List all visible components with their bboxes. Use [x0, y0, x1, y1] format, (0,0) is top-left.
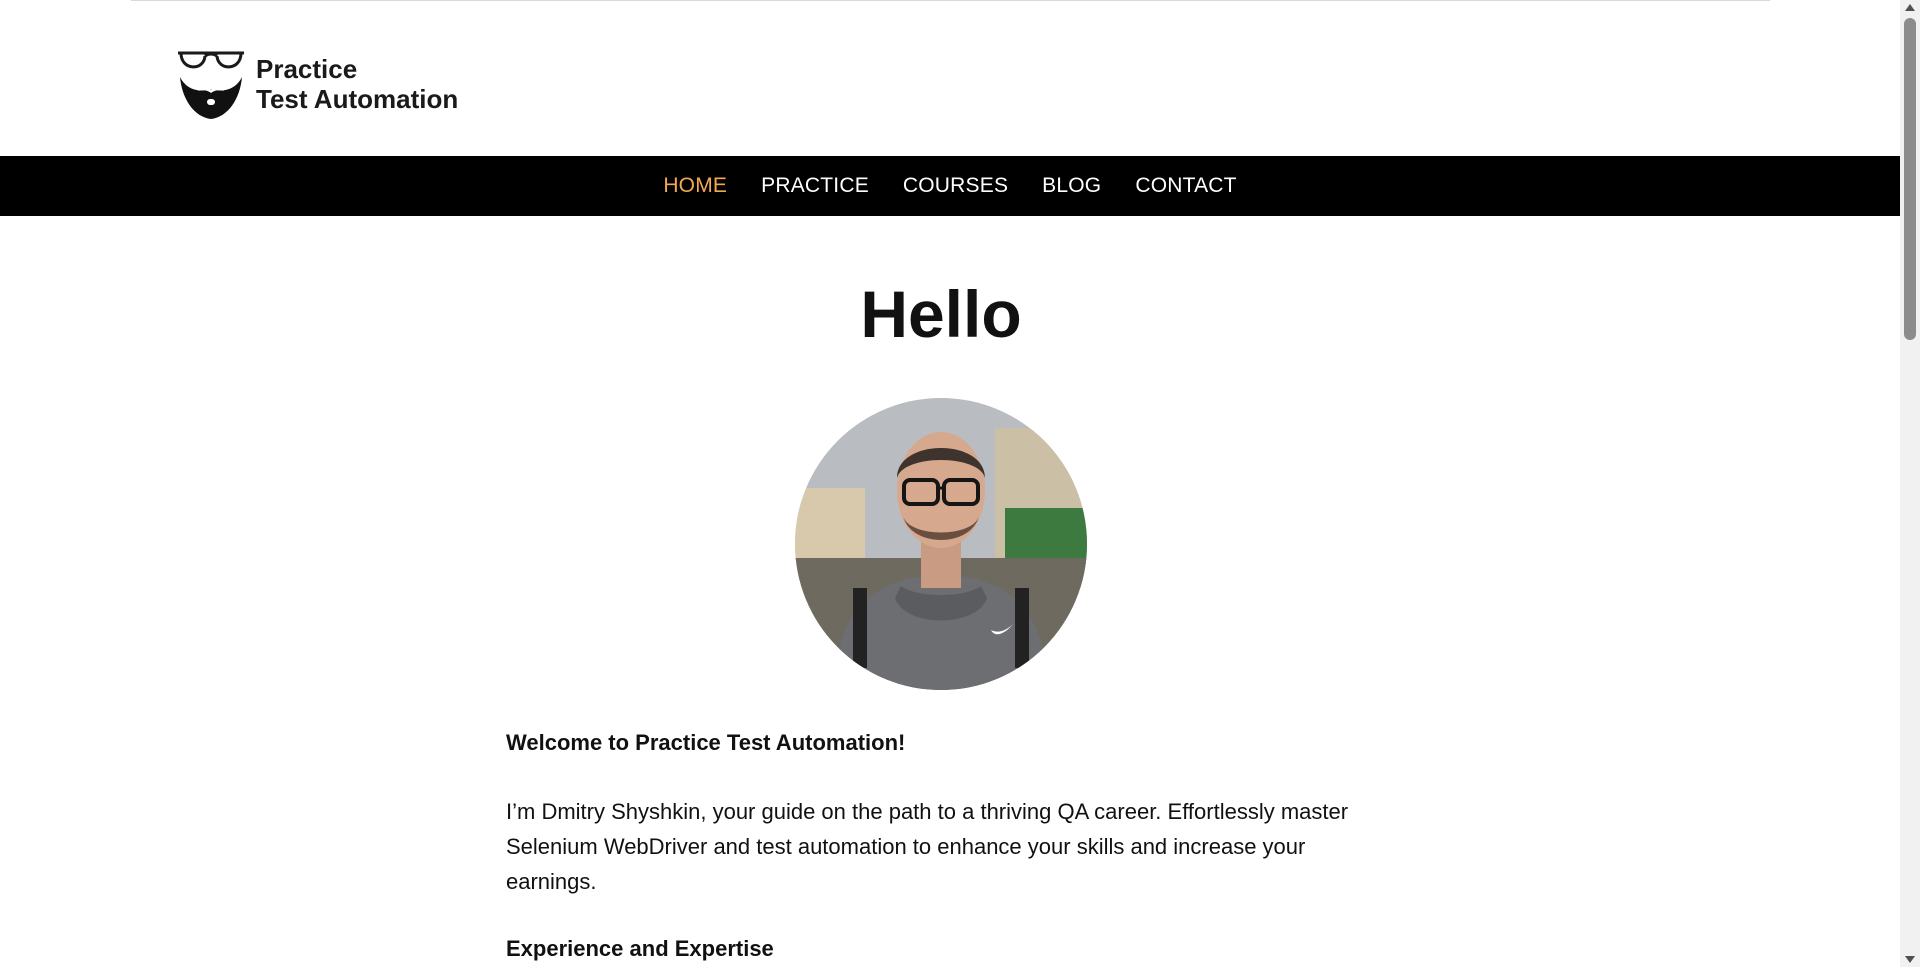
chevron-up-icon[interactable] [1905, 4, 1915, 11]
experience-heading: Experience and Expertise [506, 936, 774, 961]
main-content: Hello Welcome to Practice Test Automatio… [506, 216, 1376, 966]
logo-line-1: Practice [256, 54, 358, 84]
page: Practice Test Automation HOME PRACTICE C… [0, 0, 1900, 967]
logo-text: Practice Test Automation [256, 54, 458, 114]
nav-contact[interactable]: CONTACT [1135, 174, 1236, 198]
main-navigation: HOME PRACTICE COURSES BLOG CONTACT [0, 156, 1900, 216]
author-avatar [795, 398, 1087, 690]
intro-paragraph: I’m Dmitry Shyshkin, your guide on the p… [506, 799, 1349, 894]
author-photo [795, 398, 1087, 690]
site-logo[interactable]: Practice Test Automation [176, 47, 458, 121]
nav-blog[interactable]: BLOG [1042, 174, 1101, 198]
nav-home[interactable]: HOME [663, 174, 727, 198]
site-header: Practice Test Automation [0, 1, 1900, 156]
nav-practice[interactable]: PRACTICE [761, 174, 869, 198]
glasses-beard-logo-icon [178, 51, 244, 119]
avatar-container [506, 398, 1376, 690]
page-scrollbar[interactable] [1900, 0, 1920, 967]
chevron-down-icon[interactable] [1905, 956, 1915, 963]
logo-line-2: Test Automation [256, 84, 459, 114]
page-title: Hello [860, 277, 1022, 351]
nav-courses[interactable]: COURSES [903, 174, 1008, 198]
welcome-heading: Welcome to Practice Test Automation! [506, 730, 906, 755]
scrollbar-thumb[interactable] [1904, 18, 1916, 340]
